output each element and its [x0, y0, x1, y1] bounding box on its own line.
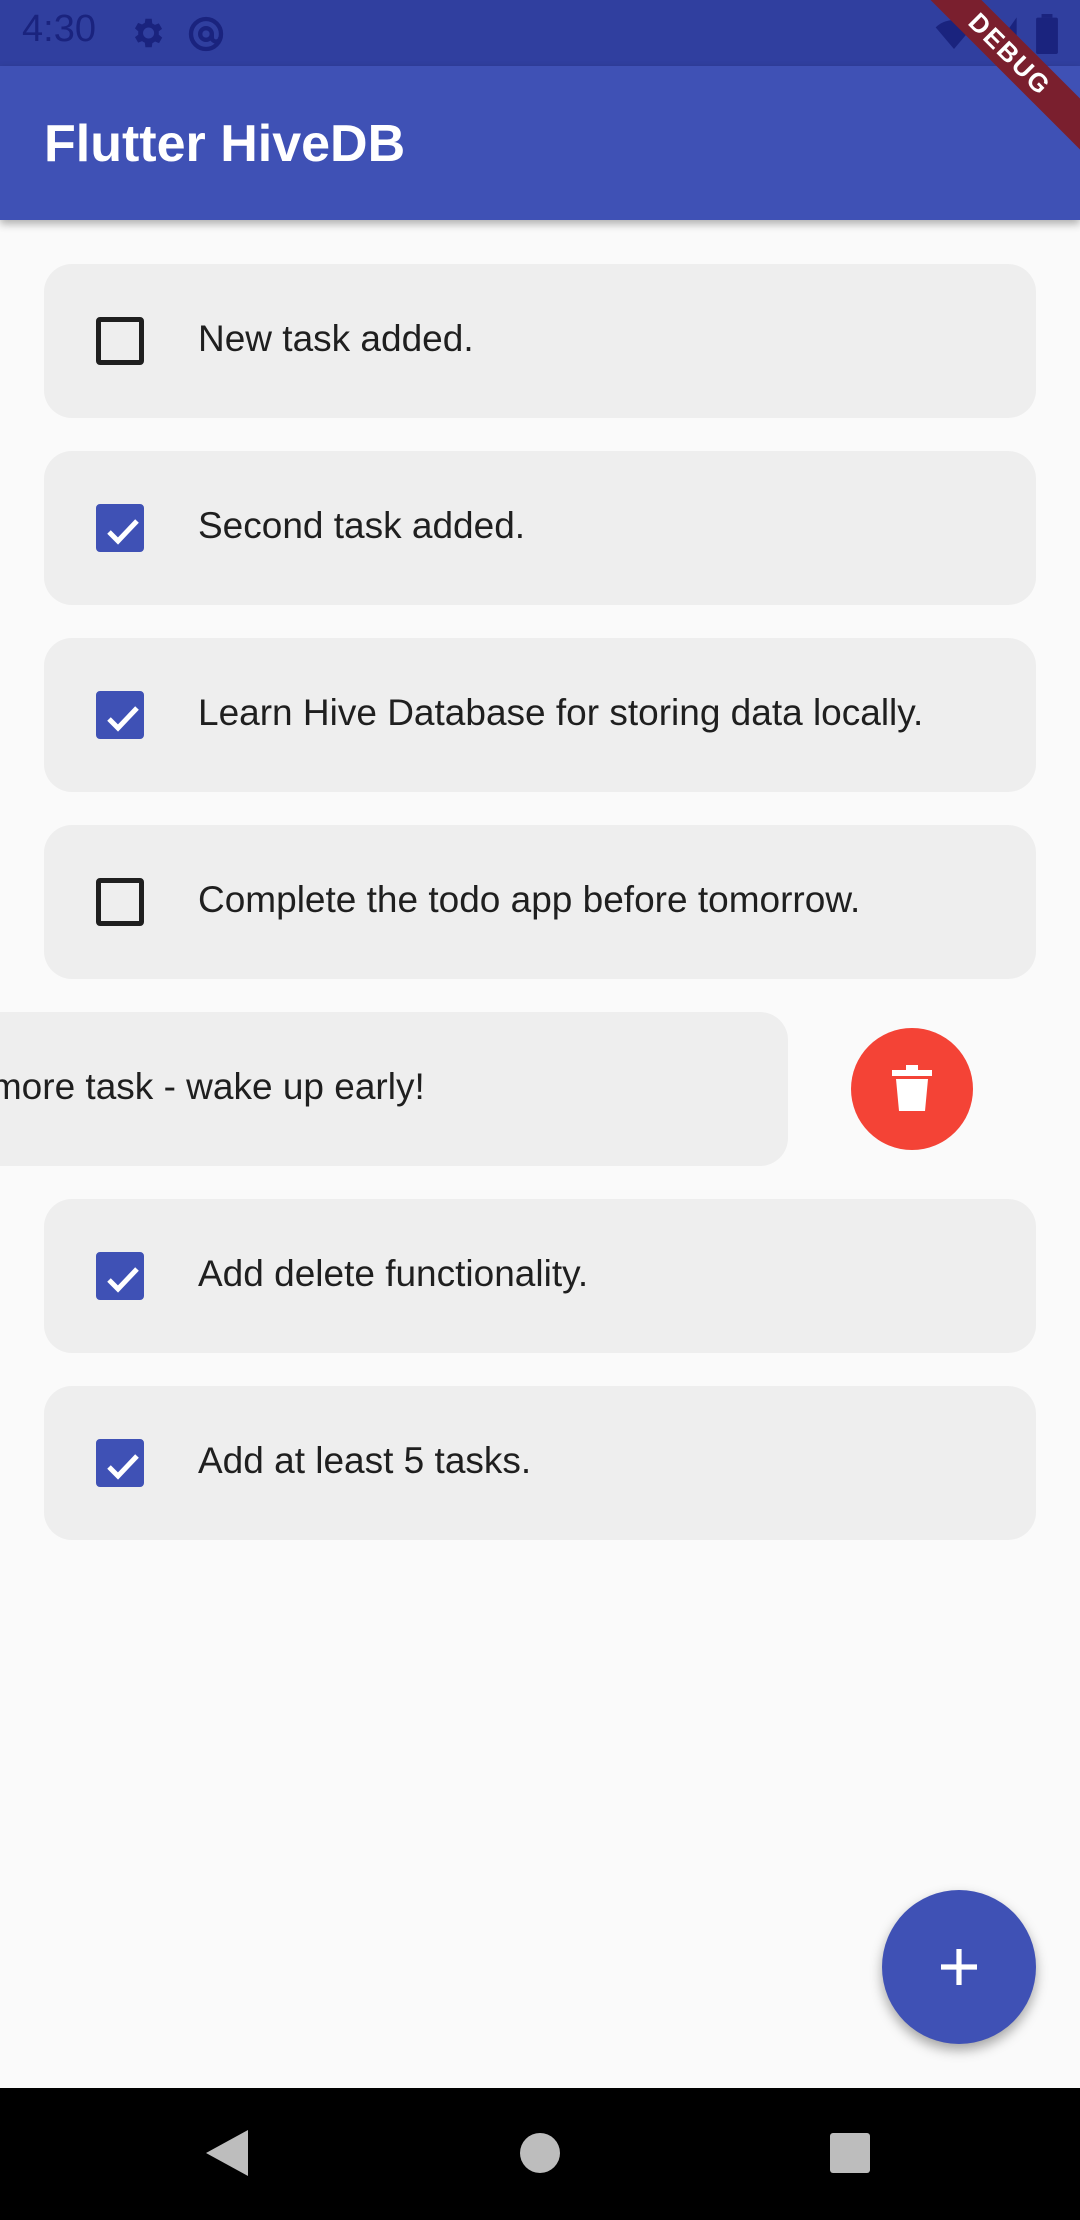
task-item[interactable]: Complete the todo app before tomorrow.	[44, 825, 1036, 979]
debug-banner: DEBUG	[900, 0, 1080, 180]
task-item[interactable]: Add delete functionality.	[44, 1199, 1036, 1353]
back-icon[interactable]	[204, 2128, 250, 2183]
task-item[interactable]: Add at least 5 tasks.	[44, 1386, 1036, 1540]
delete-button[interactable]	[851, 1028, 973, 1150]
add-task-button[interactable]	[882, 1890, 1036, 2044]
task-text: Learn Hive Database for storing data loc…	[198, 692, 924, 733]
task-text: Add at least 5 tasks.	[198, 1440, 532, 1481]
task-text: Second task added.	[198, 505, 526, 546]
system-nav-bar	[0, 2088, 1080, 2220]
task-checkbox[interactable]	[96, 504, 144, 552]
checkmark-icon	[107, 1267, 139, 1293]
task-item-swiped[interactable]: e more task - wake up early!	[0, 1012, 788, 1166]
home-icon[interactable]	[518, 2128, 562, 2183]
task-checkbox[interactable]	[96, 1252, 144, 1300]
recents-icon[interactable]	[828, 2128, 872, 2183]
task-text: Add delete functionality.	[198, 1253, 589, 1294]
trash-icon	[892, 1065, 932, 1111]
task-text: Complete the todo app before tomorrow.	[198, 879, 861, 920]
task-checkbox[interactable]	[96, 1439, 144, 1487]
plus-icon	[941, 1949, 977, 1985]
page-title: Flutter HiveDB	[44, 115, 406, 173]
checkmark-icon	[107, 706, 139, 732]
task-checkbox[interactable]	[96, 878, 144, 926]
task-checkbox[interactable]	[96, 691, 144, 739]
debug-label: DEBUG	[905, 0, 1080, 159]
task-text: New task added.	[198, 318, 474, 359]
task-item[interactable]: Learn Hive Database for storing data loc…	[44, 638, 1036, 792]
settings-icon	[128, 14, 166, 57]
task-text: e more task - wake up early!	[0, 1066, 425, 1107]
task-checkbox[interactable]	[96, 317, 144, 365]
task-item[interactable]: New task added.	[44, 264, 1036, 418]
status-time: 4:30	[22, 8, 96, 50]
checkmark-icon	[107, 519, 139, 545]
at-sign-icon	[186, 14, 226, 59]
checkmark-icon	[107, 1454, 139, 1480]
task-item[interactable]: Second task added.	[44, 451, 1036, 605]
